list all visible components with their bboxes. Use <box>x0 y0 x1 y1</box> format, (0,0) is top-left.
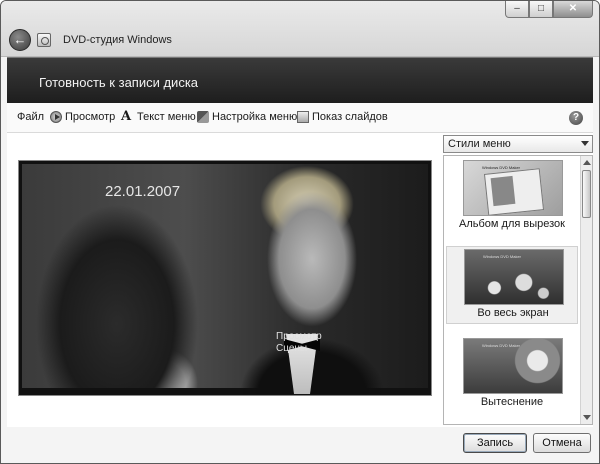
back-arrow-icon: ← <box>13 32 27 47</box>
maximize-button[interactable]: □ <box>529 1 553 18</box>
style-label: Вытеснение <box>480 396 544 408</box>
preview-photo <box>22 164 428 394</box>
scroll-up-arrow-icon[interactable] <box>583 160 591 165</box>
style-thumbnail: Windows DVD Maker <box>463 160 563 216</box>
menu-preview: 22.01.2007 Просмотр Сцены <box>18 160 432 396</box>
style-item-scrapbook[interactable]: Windows DVD Maker Альбом для вырезок <box>446 158 578 236</box>
thumbnail-title: Windows DVD Maker <box>483 254 522 259</box>
menu-styles-list: Windows DVD Maker Альбом для вырезок Win… <box>443 155 593 425</box>
file-menu[interactable]: Файл <box>17 111 44 123</box>
menu-styles-dropdown[interactable]: Стили меню <box>443 135 593 153</box>
file-menu-label: Файл <box>17 111 45 123</box>
footer: Запись Отмена <box>7 427 593 459</box>
preview-menu-play[interactable]: Просмотр <box>276 331 322 343</box>
scrollbar-thumb[interactable] <box>582 170 591 218</box>
style-label: Альбом для вырезок <box>459 218 565 230</box>
preview-menu-scenes[interactable]: Сцены <box>276 343 322 355</box>
menu-styles-dropdown-label: Стили меню <box>448 138 511 150</box>
style-item-displacement[interactable]: Windows DVD Maker Вытеснение <box>446 336 578 414</box>
style-item-fullscreen[interactable]: Windows DVD Maker Во весь экран <box>446 246 578 324</box>
menu-settings-button[interactable]: Настройка меню <box>197 111 297 123</box>
play-icon <box>50 111 62 123</box>
page-banner: Готовность к записи диска <box>7 57 593 103</box>
preview-date: 22.01.2007 <box>105 183 181 200</box>
chevron-down-icon <box>581 141 589 146</box>
preview-button[interactable]: Просмотр <box>50 111 115 123</box>
menu-settings-label: Настройка меню <box>212 111 298 123</box>
title-bar: ← DVD-студия Windows – □ ✕ <box>1 1 599 57</box>
caption-buttons: – □ ✕ <box>505 1 593 19</box>
page-title: Готовность к записи диска <box>39 75 199 90</box>
dvd-app-icon <box>37 33 51 47</box>
slideshow-button[interactable]: Показ слайдов <box>297 111 388 123</box>
menu-settings-icon <box>197 111 209 123</box>
thumbnail-title: Windows DVD Maker <box>482 343 521 348</box>
scroll-down-arrow-icon[interactable] <box>583 415 591 420</box>
preview-menu: Просмотр Сцены <box>276 331 322 355</box>
preview-label: Просмотр <box>65 111 116 123</box>
help-icon[interactable]: ? <box>569 111 583 125</box>
back-button[interactable]: ← <box>9 29 31 51</box>
cancel-button[interactable]: Отмена <box>533 433 591 453</box>
menu-text-button[interactable]: A Текст меню <box>121 109 196 124</box>
close-button[interactable]: ✕ <box>553 1 593 18</box>
text-a-icon: A <box>121 109 132 124</box>
toolbar: Файл Просмотр A Текст меню Настройка мен… <box>7 103 593 133</box>
thumbnail-title: Windows DVD Maker <box>482 165 521 170</box>
style-thumbnail: Windows DVD Maker <box>464 249 564 305</box>
style-thumbnail: Windows DVD Maker <box>463 338 563 394</box>
style-label: Во весь экран <box>477 307 549 319</box>
menu-text-label: Текст меню <box>137 111 196 123</box>
dvd-maker-window: ← DVD-студия Windows – □ ✕ Готовность к … <box>0 0 600 464</box>
styles-scrollbar[interactable] <box>580 156 592 424</box>
content-area: 22.01.2007 Просмотр Сцены Стили меню Win… <box>7 133 593 427</box>
window-title: DVD-студия Windows <box>63 34 172 46</box>
burn-button[interactable]: Запись <box>463 433 527 453</box>
minimize-button[interactable]: – <box>505 1 529 18</box>
slideshow-label: Показ слайдов <box>312 111 388 123</box>
slideshow-icon <box>297 111 309 123</box>
